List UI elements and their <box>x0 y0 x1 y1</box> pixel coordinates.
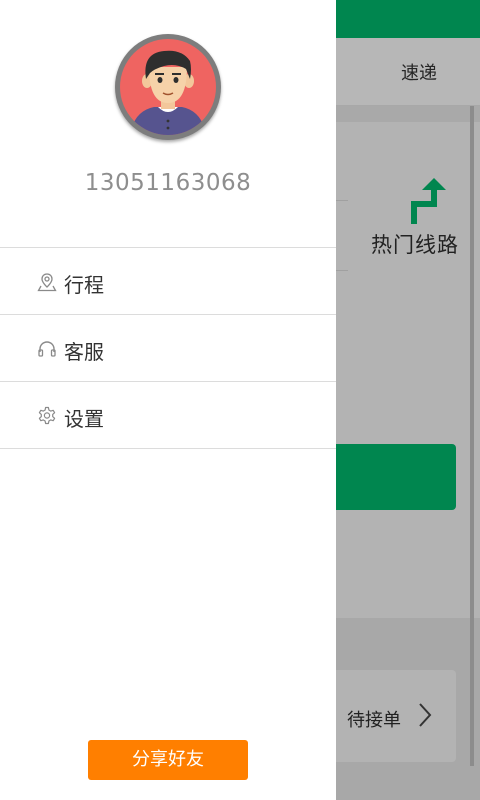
user-avatar-icon <box>120 39 216 135</box>
tab-express[interactable]: 速递 <box>401 59 437 85</box>
share-friends-button[interactable]: 分享好友 <box>88 740 248 780</box>
menu-item-label: 客服 <box>64 340 104 364</box>
menu-item-trips[interactable]: 行程 <box>0 248 336 315</box>
divider-line <box>336 200 348 201</box>
menu-item-customer-service[interactable]: 客服 <box>0 315 336 382</box>
menu-item-label: 行程 <box>64 273 104 297</box>
headset-icon <box>38 341 56 357</box>
navigation-drawer: 13051163068 行程 客服 设置 分享好友 <box>0 0 336 800</box>
gear-icon <box>38 406 56 425</box>
user-phone-number: 13051163068 <box>84 170 252 196</box>
hot-routes-label[interactable]: 热门线路 <box>371 229 459 259</box>
drawer-menu: 行程 客服 设置 <box>0 247 336 449</box>
menu-item-settings[interactable]: 设置 <box>0 382 336 449</box>
avatar[interactable] <box>115 34 221 140</box>
scrollbar <box>470 106 474 766</box>
primary-action-button[interactable] <box>330 444 456 510</box>
divider-line <box>336 270 348 271</box>
route-arrow-icon <box>411 178 446 224</box>
chevron-right-icon <box>419 703 432 727</box>
location-pin-icon <box>37 273 57 292</box>
menu-item-label: 设置 <box>64 407 104 431</box>
pending-orders-label: 待接单 <box>347 710 401 731</box>
